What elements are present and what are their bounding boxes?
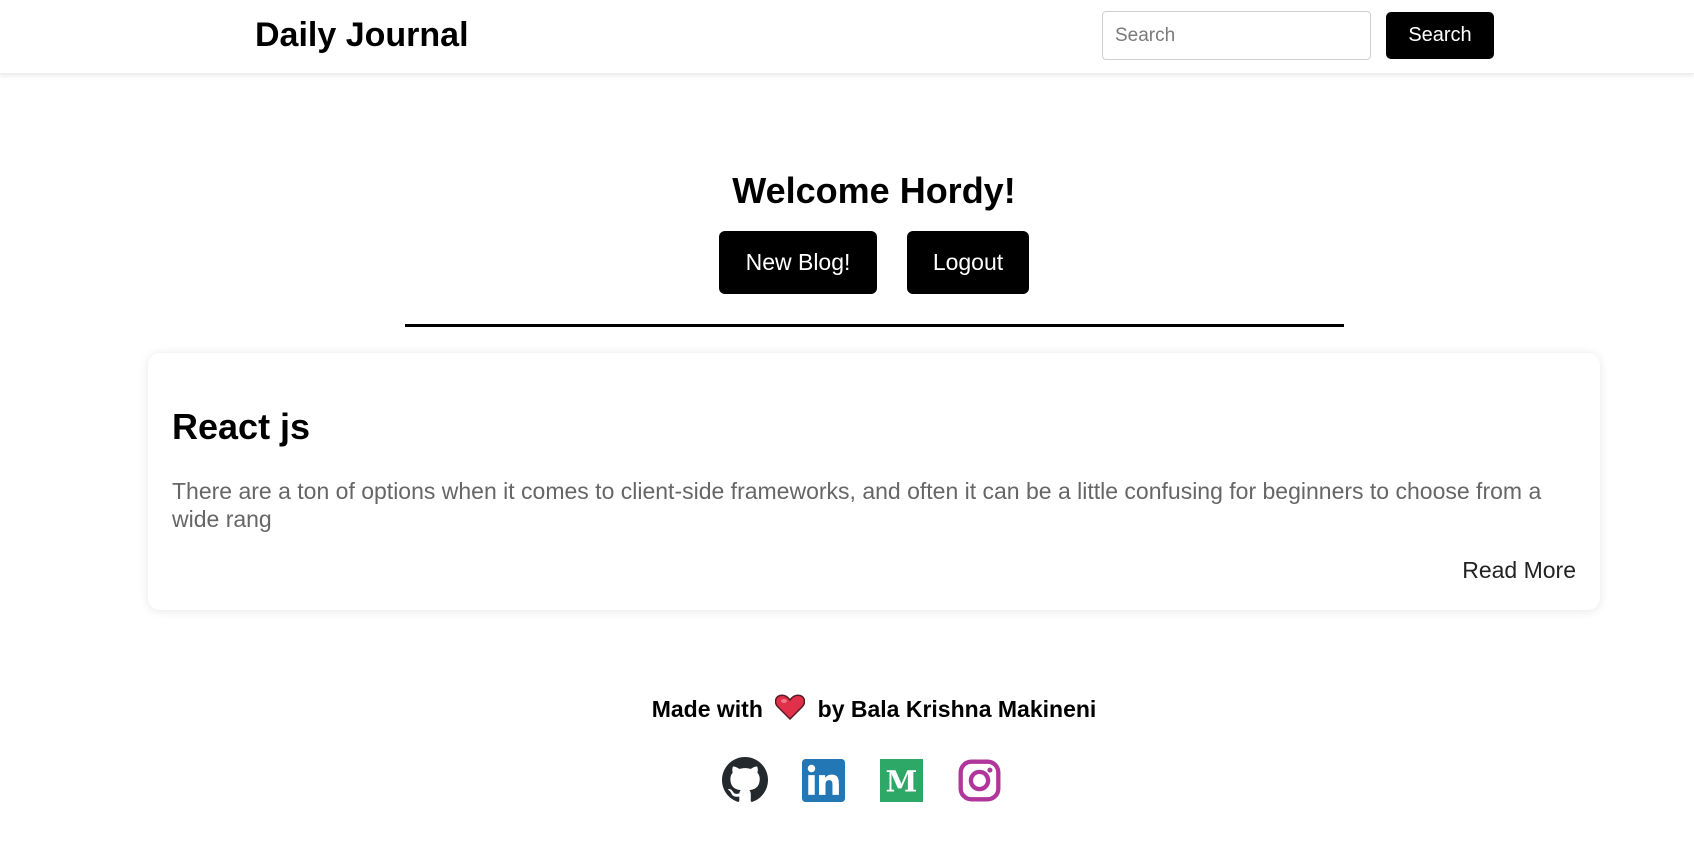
linkedin-link[interactable] [800, 757, 846, 803]
github-link[interactable] [722, 757, 768, 803]
footer-author: by Bala Krishna Makineni [817, 696, 1097, 722]
footer-made-with: Made with [651, 696, 763, 722]
search-button[interactable]: Search [1386, 12, 1494, 59]
navbar: Daily Journal Search [0, 0, 1694, 74]
read-more-link[interactable]: Read More [1462, 556, 1576, 584]
welcome-heading: Welcome Hordy! [732, 170, 1016, 211]
post-title: React js [172, 406, 311, 447]
heart-icon [775, 694, 806, 726]
github-icon [722, 757, 768, 802]
section-divider [405, 324, 1344, 327]
medium-icon: M [879, 758, 923, 802]
instagram-link[interactable] [956, 757, 1002, 803]
new-blog-button[interactable]: New Blog! [719, 231, 877, 294]
instagram-icon [958, 759, 1000, 801]
search-form: Search [1102, 11, 1494, 60]
linkedin-icon [801, 758, 845, 802]
search-input[interactable] [1102, 11, 1371, 60]
footer-credit: Made with by Bala Krishna Makineni [0, 694, 1694, 726]
logout-button[interactable]: Logout [907, 231, 1029, 294]
welcome-actions: New Blog! Logout [719, 231, 1029, 294]
svg-text:M: M [885, 764, 917, 798]
medium-link[interactable]: M [878, 757, 924, 803]
brand-title[interactable]: Daily Journal [255, 13, 469, 57]
social-links: M [722, 757, 1002, 803]
post-card: React js There are a ton of options when… [148, 353, 1600, 610]
post-excerpt: There are a ton of options when it comes… [172, 478, 1542, 532]
